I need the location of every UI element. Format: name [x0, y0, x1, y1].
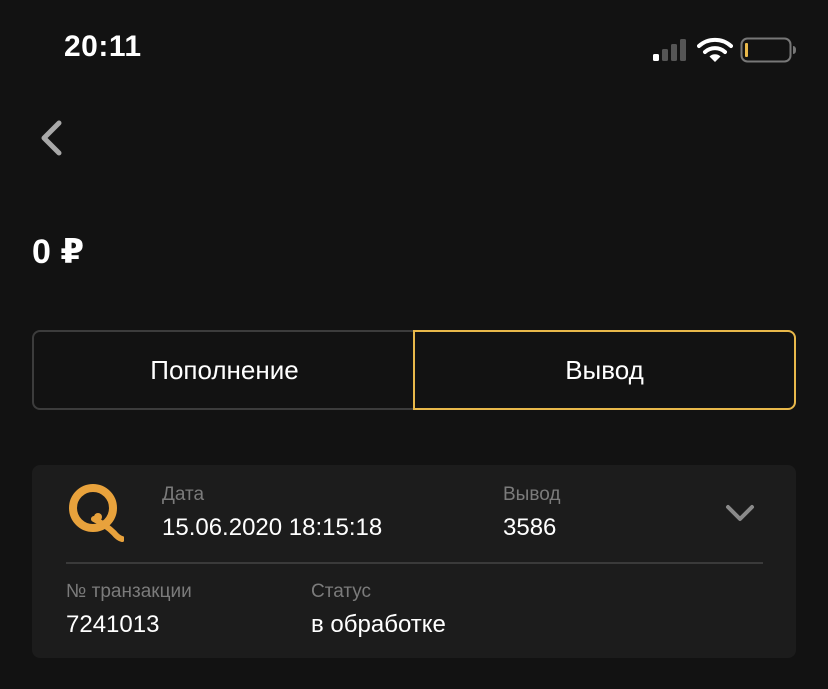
- amount-value: 3586: [503, 514, 557, 541]
- transaction-id-label: № транзакции: [66, 581, 192, 602]
- date-label: Дата: [162, 484, 205, 505]
- tab-deposit-label: Пополнение: [150, 354, 299, 385]
- tab-withdraw-label: Вывод: [565, 354, 644, 385]
- chevron-down-icon: [726, 505, 754, 521]
- status-time: 20:11: [64, 30, 142, 63]
- status-bar: 20:11: [0, 0, 828, 100]
- status-value: в обработке: [311, 611, 446, 638]
- tab-deposit[interactable]: Пополнение: [32, 330, 415, 410]
- battery-icon: [740, 37, 796, 63]
- status-label: Статус: [311, 581, 372, 602]
- back-button[interactable]: [30, 112, 74, 164]
- wifi-icon: [697, 37, 733, 62]
- transaction-id-value: 7241013: [66, 611, 160, 638]
- transaction-type-tabs: Пополнение Вывод: [32, 330, 796, 410]
- qiwi-logo-icon: [69, 484, 124, 542]
- balance-amount: 0 ₽: [32, 233, 85, 271]
- cellular-signal-icon: [653, 39, 686, 61]
- chevron-left-icon: [41, 120, 62, 156]
- type-label: Вывод: [503, 484, 561, 505]
- date-value: 15.06.2020 18:15:18: [162, 514, 383, 541]
- tab-withdraw[interactable]: Вывод: [413, 330, 796, 410]
- transaction-card[interactable]: Дата 15.06.2020 18:15:18 Вывод 3586 № тр…: [32, 465, 796, 658]
- expand-button[interactable]: [720, 495, 760, 529]
- divider: [66, 562, 763, 564]
